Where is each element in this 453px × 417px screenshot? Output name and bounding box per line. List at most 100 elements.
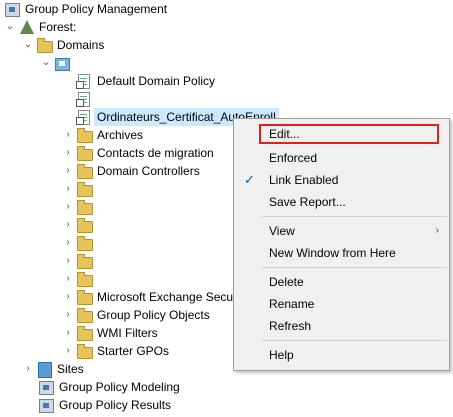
tree-item-modeling[interactable]: Group Policy Modeling — [38, 378, 180, 396]
tree-item-label: Domains — [57, 38, 105, 52]
tree-item-label: Microsoft Exchange Secu — [97, 290, 234, 304]
modeling-icon — [38, 379, 54, 395]
menu-item-label: New Window from Here — [269, 246, 396, 260]
gpo-folder-icon — [76, 307, 93, 323]
menu-item-label: Rename — [269, 297, 315, 311]
chevron-down-icon[interactable]: ⌄ — [40, 54, 52, 72]
tree-item-label: Starter GPOs — [97, 344, 170, 358]
chevron-right-icon[interactable]: › — [62, 252, 74, 270]
check-icon: ✓ — [244, 172, 255, 187]
menu-item-refresh[interactable]: Refresh — [234, 316, 449, 336]
tree-item-ou[interactable]: › — [62, 270, 97, 288]
menu-separator — [262, 267, 447, 268]
chevron-right-icon[interactable]: › — [62, 126, 74, 144]
chevron-right-icon[interactable]: › — [62, 234, 74, 252]
ou-folder-icon — [76, 199, 93, 215]
chevron-right-icon[interactable]: › — [62, 180, 74, 198]
context-menu: Edit... Enforced ✓ Link Enabled Save Rep… — [233, 118, 450, 371]
tree-item-domain[interactable]: ⌄ — [40, 54, 75, 72]
chevron-right-icon[interactable]: › — [62, 306, 74, 324]
ou-folder-icon — [76, 235, 93, 251]
menu-item-label: Refresh — [269, 319, 312, 333]
tree-item-ou[interactable]: › — [62, 198, 97, 216]
menu-item-enforced[interactable]: Enforced — [234, 148, 449, 168]
menu-item-delete[interactable]: Delete — [234, 272, 449, 292]
tree-item-label: Forest: — [39, 20, 77, 34]
chevron-right-icon[interactable]: › — [62, 270, 74, 288]
tree-item-label: Domain Controllers — [97, 164, 200, 178]
ou-folder-icon — [76, 127, 93, 143]
ou-folder-icon — [76, 217, 93, 233]
chevron-right-icon[interactable]: › — [62, 198, 74, 216]
gpo-link-icon — [76, 73, 92, 89]
tree-item-label: Sites — [57, 362, 84, 376]
submenu-arrow-icon: › — [435, 225, 439, 236]
domains-folder-icon — [36, 37, 53, 53]
sites-icon — [36, 361, 52, 378]
menu-item-label: Delete — [269, 275, 304, 289]
menu-item-rename[interactable]: Rename — [234, 294, 449, 314]
menu-item-link-enabled[interactable]: ✓ Link Enabled — [234, 170, 449, 190]
tree-item-domains[interactable]: ⌄ Domains — [22, 36, 104, 54]
menu-item-label: Help — [269, 348, 294, 362]
ou-folder-icon — [76, 271, 93, 287]
results-icon — [38, 397, 54, 413]
tree-item-gpo-link[interactable] — [76, 90, 97, 108]
menu-item-label: Save Report... — [269, 195, 346, 209]
chevron-right-icon[interactable]: › — [62, 144, 74, 162]
chevron-down-icon[interactable]: ⌄ — [4, 18, 16, 36]
tree-item-label: Archives — [97, 128, 144, 142]
tree-item-contacts[interactable]: › Contacts de migration — [62, 144, 214, 162]
tree-item-domain-controllers[interactable]: › Domain Controllers — [62, 162, 200, 180]
chevron-right-icon[interactable]: › — [62, 324, 74, 342]
tree-item-results[interactable]: Group Policy Results — [38, 396, 171, 414]
tree-item-label: WMI Filters — [97, 326, 158, 340]
tree-item-default-domain-policy[interactable]: Default Domain Policy — [76, 72, 215, 90]
tree-item-wmi-filters[interactable]: › WMI Filters — [62, 324, 158, 342]
chevron-right-icon[interactable]: › — [62, 162, 74, 180]
tree-item-label: Contacts de migration — [97, 146, 214, 160]
ou-folder-icon — [76, 289, 93, 305]
tree-item-ou[interactable]: › — [62, 216, 97, 234]
tree-item-label: Group Policy Management — [25, 2, 168, 16]
gpo-link-icon — [76, 109, 92, 125]
ou-folder-icon — [76, 181, 93, 197]
chevron-right-icon[interactable]: › — [62, 216, 74, 234]
menu-item-label: Enforced — [269, 151, 318, 165]
tree-item-label: Default Domain Policy — [97, 74, 216, 88]
tree-item-label: Group Policy Modeling — [59, 380, 180, 394]
chevron-right-icon[interactable]: › — [62, 342, 74, 360]
tree-item-starter-gpos[interactable]: › Starter GPOs — [62, 342, 169, 360]
chevron-down-icon[interactable]: ⌄ — [22, 36, 34, 54]
gpo-link-icon — [76, 91, 92, 107]
menu-item-label: View — [269, 224, 295, 238]
domain-icon — [54, 55, 70, 71]
menu-item-label: Link Enabled — [269, 173, 339, 187]
ou-folder-icon — [76, 145, 93, 161]
tree-item-forest[interactable]: ⌄ Forest: — [4, 18, 76, 36]
menu-item-save-report[interactable]: Save Report... — [234, 192, 449, 212]
menu-item-new-window[interactable]: New Window from Here — [234, 243, 449, 263]
tree-item-label: Group Policy Objects — [97, 308, 210, 322]
group-policy-management-icon — [4, 1, 20, 17]
menu-item-help[interactable]: Help — [234, 345, 449, 365]
menu-item-view[interactable]: View › — [234, 221, 449, 241]
tree-item-archives[interactable]: › Archives — [62, 126, 143, 144]
tree-item-ou[interactable]: › — [62, 234, 97, 252]
ou-folder-icon — [76, 163, 93, 179]
ou-folder-icon — [76, 253, 93, 269]
tree-item-group-policy-objects[interactable]: › Group Policy Objects — [62, 306, 210, 324]
menu-separator — [262, 216, 447, 217]
tree-item-sites[interactable]: › Sites — [22, 360, 84, 378]
menu-item-edit[interactable]: Edit... — [234, 124, 449, 144]
starter-gpo-folder-icon — [76, 343, 93, 359]
chevron-right-icon[interactable]: › — [22, 360, 34, 378]
tree-item-ou[interactable]: › — [62, 180, 97, 198]
tree-item-root[interactable]: Group Policy Management — [4, 0, 167, 18]
tree-item-ms-exchange[interactable]: › Microsoft Exchange Secu — [62, 288, 233, 306]
menu-item-label: Edit... — [269, 127, 300, 141]
tree-item-label: Group Policy Results — [59, 398, 172, 412]
wmi-folder-icon — [76, 325, 93, 341]
tree-item-ou[interactable]: › — [62, 252, 97, 270]
chevron-right-icon[interactable]: › — [62, 288, 74, 306]
